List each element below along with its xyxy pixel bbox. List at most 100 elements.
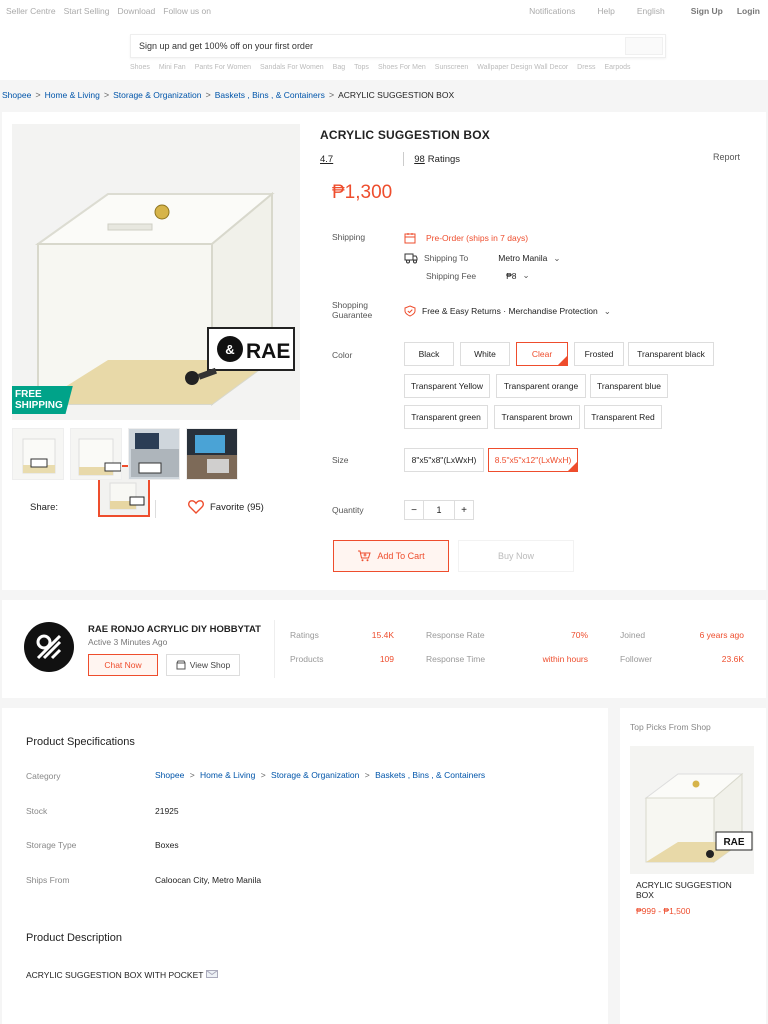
spec-storage-value: Boxes — [155, 840, 179, 850]
search-button[interactable] — [625, 37, 663, 55]
search-input[interactable] — [131, 35, 621, 57]
add-to-cart-button[interactable]: Add To Cart — [333, 540, 449, 572]
login-link[interactable]: Login — [737, 6, 760, 16]
spec-stock-value: 21925 — [155, 806, 179, 816]
follow-us-link[interactable]: Follow us on — [163, 6, 211, 16]
spec-label: Category — [26, 771, 61, 781]
color-option-transparent-red[interactable]: Transparent Red — [584, 405, 662, 429]
color-option-transparent-blue[interactable]: Transparent blue — [590, 374, 668, 398]
spec-category-breadcrumb: Shopee > Home & Living > Storage & Organ… — [155, 770, 485, 780]
shipping-to-value[interactable]: Metro Manila — [498, 253, 547, 263]
chevron-down-icon[interactable]: ⌄ — [553, 253, 560, 264]
color-option-transparent-green[interactable]: Transparent green — [404, 405, 488, 429]
shield-icon — [404, 305, 416, 317]
guarantee-text: Free & Easy Returns · Merchandise Protec… — [422, 306, 598, 316]
thumbnail-image — [71, 429, 121, 479]
search-hint[interactable]: Tops — [354, 64, 369, 71]
guarantee-row[interactable]: Free & Easy Returns · Merchandise Protec… — [404, 305, 611, 317]
search-hint[interactable]: Shoes — [130, 64, 150, 71]
color-option-transparent-orange[interactable]: Transparent orange — [496, 374, 586, 398]
thumbnail-4[interactable] — [128, 428, 180, 480]
search-hint[interactable]: Bag — [333, 64, 345, 71]
download-link[interactable]: Download — [117, 6, 155, 16]
search-bar — [130, 34, 666, 58]
shop-section: RAE RONJO ACRYLIC DIY HOBBYTAT Active 3 … — [2, 600, 766, 698]
color-option-transparent-yellow[interactable]: Transparent Yellow — [404, 374, 490, 398]
stat-value-ratings[interactable]: 15.4K — [342, 630, 394, 640]
stat-value-products[interactable]: 109 — [342, 654, 394, 664]
guarantee-label: Shopping Guarantee — [332, 300, 372, 320]
thumbnail-5[interactable] — [186, 428, 238, 480]
search-hint[interactable]: Shoes For Men — [378, 64, 426, 71]
top-pick-price: ₱999 - ₱1,500 — [636, 906, 691, 916]
color-option-clear[interactable]: Clear — [516, 342, 568, 366]
color-option-frosted[interactable]: Frosted — [574, 342, 624, 366]
shop-name[interactable]: RAE RONJO ACRYLIC DIY HOBBYTAT — [88, 624, 261, 635]
color-option-white[interactable]: White — [460, 342, 510, 366]
size-option-large[interactable]: 8.5"x5"x12"(LxWxH) — [488, 448, 578, 472]
size-option-small[interactable]: 8"x5"x8"(LxWxH) — [404, 448, 484, 472]
quantity-input[interactable]: 1 — [424, 500, 454, 520]
color-option-transparent-black[interactable]: Transparent black — [628, 342, 714, 366]
view-shop-button[interactable]: View Shop — [166, 654, 240, 676]
size-label: Size — [332, 455, 349, 465]
stat-label: Joined — [620, 630, 646, 640]
stat-label: Products — [290, 654, 324, 664]
category-link[interactable]: Storage & Organization — [271, 770, 359, 780]
top-pick-image[interactable]: RAE — [630, 746, 754, 874]
product-description: ACRYLIC SUGGESTION BOX WITH POCKET — [26, 970, 218, 980]
search-hint[interactable]: Wallpaper Design Wall Decor — [477, 64, 568, 71]
favorite-button[interactable]: Favorite (95) — [188, 500, 264, 514]
free-shipping-line-1: FREE — [15, 389, 42, 400]
divider — [274, 620, 275, 678]
start-selling-link[interactable]: Start Selling — [64, 6, 110, 16]
notifications-link[interactable]: Notifications — [529, 6, 575, 16]
breadcrumb-baskets[interactable]: Baskets , Bins , & Containers — [215, 90, 325, 100]
breadcrumb-shopee[interactable]: Shopee — [2, 90, 31, 100]
rating-row: 4.7 98 Ratings — [320, 152, 460, 166]
shipping-to-label: Shipping To — [424, 253, 469, 263]
thumbnail-image — [187, 429, 237, 479]
signup-link[interactable]: Sign Up — [691, 6, 723, 16]
quantity-decrease-button[interactable]: − — [404, 500, 424, 520]
spec-label: Ships From — [26, 875, 70, 885]
top-pick-name[interactable]: ACRYLIC SUGGESTION BOX — [636, 880, 746, 900]
heart-icon — [188, 500, 204, 514]
search-hint[interactable]: Pants For Women — [195, 64, 251, 71]
breadcrumb-home-living[interactable]: Home & Living — [45, 90, 100, 100]
search-hint[interactable]: Sandals For Women — [260, 64, 324, 71]
quantity-increase-button[interactable]: + — [454, 500, 474, 520]
top-header: Seller Centre Start Selling Download Fol… — [0, 0, 768, 80]
category-link[interactable]: Shopee — [155, 770, 184, 780]
thumbnail-3[interactable] — [70, 428, 122, 480]
search-hint[interactable]: Sunscreen — [435, 64, 468, 71]
description-text: ACRYLIC SUGGESTION BOX WITH POCKET — [26, 970, 204, 980]
chat-now-button[interactable]: Chat Now — [88, 654, 158, 676]
category-link[interactable]: Baskets , Bins , & Containers — [375, 770, 485, 780]
search-hints: Shoes Mini Fan Pants For Women Sandals F… — [130, 64, 631, 71]
report-link[interactable]: Report — [713, 152, 740, 162]
chevron-down-icon[interactable]: ⌄ — [604, 306, 611, 317]
buy-now-button[interactable]: Buy Now — [458, 540, 574, 572]
spec-label: Storage Type — [26, 840, 77, 850]
store-icon — [176, 660, 186, 670]
chevron-down-icon[interactable]: ⌄ — [523, 270, 530, 281]
search-hint[interactable]: Mini Fan — [159, 64, 186, 71]
shipping-fee-row: Shipping Fee ₱8 ⌄ — [426, 270, 530, 281]
shipping-fee-value[interactable]: ₱8 — [506, 271, 516, 281]
thumbnail-2[interactable] — [12, 428, 64, 480]
product-main-image[interactable]: & RAE FREE SHIPPING — [12, 124, 300, 420]
color-option-black[interactable]: Black — [404, 342, 454, 366]
category-link[interactable]: Home & Living — [200, 770, 255, 780]
color-option-transparent-brown[interactable]: Transparent brown — [494, 405, 580, 429]
search-hint[interactable]: Dress — [577, 64, 595, 71]
breadcrumb-storage[interactable]: Storage & Organization — [113, 90, 201, 100]
spec-label: Stock — [26, 806, 48, 816]
shop-avatar[interactable] — [24, 622, 74, 672]
help-link[interactable]: Help — [597, 6, 614, 16]
seller-centre-link[interactable]: Seller Centre — [6, 6, 56, 16]
search-hint[interactable]: Earpods — [604, 64, 630, 71]
ratings-count[interactable]: 98 — [414, 154, 425, 165]
language-link[interactable]: English — [637, 6, 665, 16]
rating-value[interactable]: 4.7 — [320, 154, 333, 165]
